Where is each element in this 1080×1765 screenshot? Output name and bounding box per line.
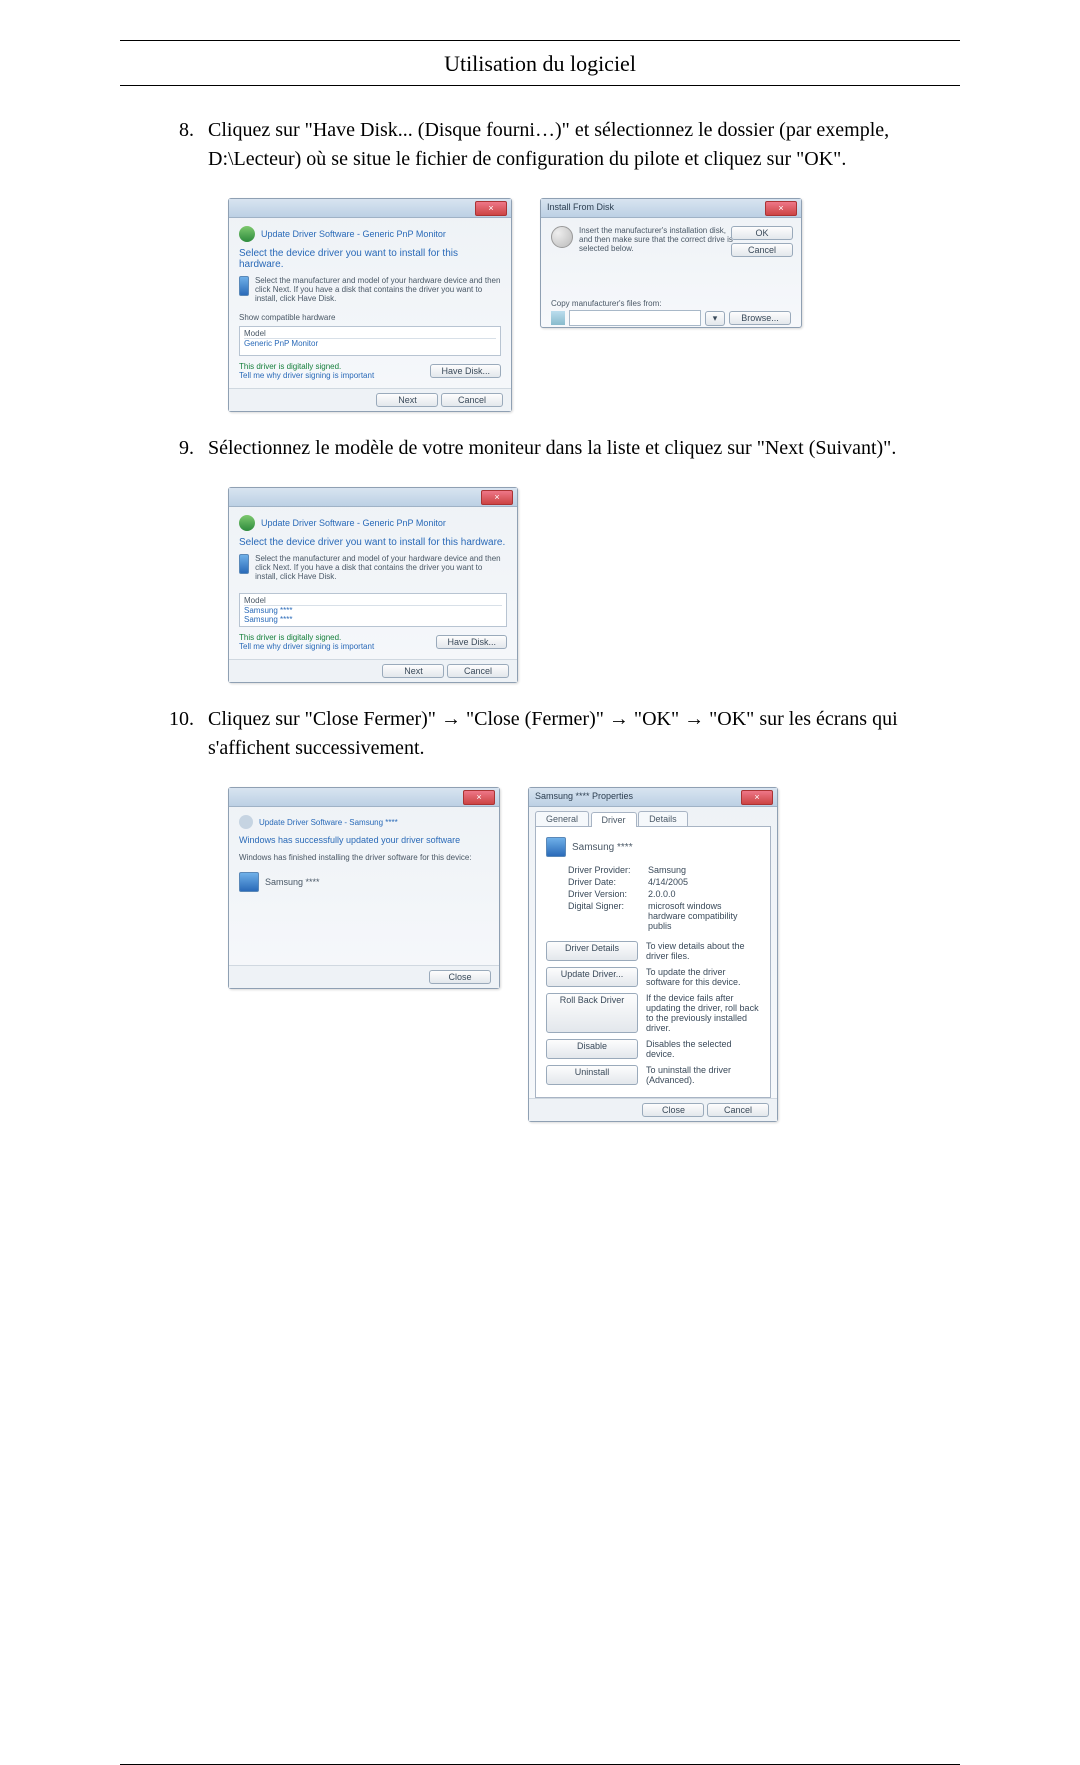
list-header: Model: [244, 329, 496, 339]
driver-details-button[interactable]: Driver Details: [546, 941, 638, 961]
dialog-install-from-disk: Install From Disk × Insert the manufactu…: [540, 198, 802, 328]
titlebar: Samsung **** Properties ×: [529, 788, 777, 807]
close-button[interactable]: Close: [642, 1103, 704, 1117]
tab-details[interactable]: Details: [638, 811, 688, 826]
dialog-title: Update Driver Software - Generic PnP Mon…: [261, 229, 446, 239]
list-item[interactable]: Samsung ****: [244, 615, 502, 624]
monitor-icon: [239, 872, 259, 892]
device-name: Samsung ****: [572, 842, 633, 853]
close-icon[interactable]: ×: [765, 201, 797, 216]
dialog-title: Update Driver Software - Generic PnP Mon…: [261, 518, 446, 528]
step-number: 10.: [148, 705, 208, 763]
driver-details-desc: To view details about the driver files.: [638, 941, 760, 961]
cancel-button[interactable]: Cancel: [707, 1103, 769, 1117]
step-9: 9. Sélectionnez le modèle de votre monit…: [0, 434, 1080, 481]
back-icon[interactable]: [239, 515, 255, 531]
version-label: Driver Version:: [568, 889, 648, 899]
cancel-button[interactable]: Cancel: [447, 664, 509, 678]
list-header: Model: [244, 596, 502, 606]
rollback-button[interactable]: Roll Back Driver: [546, 993, 638, 1033]
page-title: Utilisation du logiciel: [0, 41, 1080, 85]
date-label: Driver Date:: [568, 877, 648, 887]
dialog-heading: Select the device driver you want to ins…: [239, 537, 507, 548]
update-driver-desc: To update the driver software for this d…: [638, 967, 760, 987]
dialog-desc: Select the manufacturer and model of you…: [255, 276, 501, 303]
dialog-heading: Windows has successfully updated your dr…: [239, 835, 489, 845]
step-text: Cliquez sur "Close Fermer)" → "Close (Fe…: [208, 705, 932, 763]
tab-driver[interactable]: Driver: [591, 812, 637, 827]
cancel-button[interactable]: Cancel: [731, 243, 793, 257]
back-icon: [239, 815, 253, 829]
provider-value: Samsung: [648, 865, 760, 875]
dialog-title: Install From Disk: [547, 202, 614, 212]
back-icon[interactable]: [239, 226, 255, 242]
dialog-desc: Windows has finished installing the driv…: [239, 853, 489, 862]
dialog-update-driver-2: × Update Driver Software - Generic PnP M…: [228, 487, 518, 683]
dialog-desc: Select the manufacturer and model of you…: [255, 554, 507, 581]
close-icon[interactable]: ×: [741, 790, 773, 805]
disable-button[interactable]: Disable: [546, 1039, 638, 1059]
dialog-update-driver-1: × Update Driver Software - Generic PnP M…: [228, 198, 512, 412]
model-list[interactable]: Model Samsung **** Samsung ****: [239, 593, 507, 627]
update-driver-button[interactable]: Update Driver...: [546, 967, 638, 987]
step-number: 9.: [148, 434, 208, 463]
monitor-icon: [546, 837, 566, 857]
list-item[interactable]: Generic PnP Monitor: [244, 339, 496, 348]
browse-button[interactable]: Browse...: [729, 311, 791, 325]
cancel-button[interactable]: Cancel: [441, 393, 503, 407]
uninstall-desc: To uninstall the driver (Advanced).: [638, 1065, 760, 1085]
next-button[interactable]: Next: [376, 393, 438, 407]
uninstall-button[interactable]: Uninstall: [546, 1065, 638, 1085]
path-input[interactable]: [569, 310, 701, 326]
signing-link[interactable]: Tell me why driver signing is important: [239, 371, 374, 380]
rollback-desc: If the device fails after updating the d…: [638, 993, 760, 1033]
next-button[interactable]: Next: [382, 664, 444, 678]
compat-checkbox-label[interactable]: Show compatible hardware: [239, 313, 501, 322]
close-icon[interactable]: ×: [481, 490, 513, 505]
titlebar: Install From Disk ×: [541, 199, 801, 218]
dialog-monitor-properties: Samsung **** Properties × General Driver…: [528, 787, 778, 1122]
have-disk-button[interactable]: Have Disk...: [436, 635, 507, 649]
copy-from-label: Copy manufacturer's files from:: [551, 299, 791, 308]
signer-value: microsoft windows hardware compatibility…: [648, 901, 760, 931]
titlebar: ×: [229, 488, 517, 507]
device-name: Samsung ****: [265, 877, 320, 887]
step-text: Cliquez sur "Have Disk... (Disque fourni…: [208, 116, 932, 174]
have-disk-button[interactable]: Have Disk...: [430, 364, 501, 378]
version-value: 2.0.0.0: [648, 889, 760, 899]
monitor-icon: [239, 276, 249, 296]
signed-label: This driver is digitally signed.: [239, 633, 374, 642]
disable-desc: Disables the selected device.: [638, 1039, 760, 1059]
dropdown-icon[interactable]: ▾: [705, 311, 725, 326]
step-10: 10. Cliquez sur "Close Fermer)" → "Close…: [0, 705, 1080, 781]
dialog-heading: Select the device driver you want to ins…: [239, 248, 501, 270]
close-button[interactable]: Close: [429, 970, 491, 984]
drive-icon: [551, 311, 565, 325]
provider-label: Driver Provider:: [568, 865, 648, 875]
signer-label: Digital Signer:: [568, 901, 648, 931]
signed-label: This driver is digitally signed.: [239, 362, 374, 371]
list-item[interactable]: Samsung ****: [244, 606, 502, 615]
titlebar: ×: [229, 199, 511, 218]
step-8: 8. Cliquez sur "Have Disk... (Disque fou…: [0, 116, 1080, 192]
step-number: 8.: [148, 116, 208, 174]
signing-link[interactable]: Tell me why driver signing is important: [239, 642, 374, 651]
step-text: Sélectionnez le modèle de votre moniteur…: [208, 434, 932, 463]
model-list[interactable]: Model Generic PnP Monitor: [239, 326, 501, 356]
monitor-icon: [239, 554, 249, 574]
ok-button[interactable]: OK: [731, 226, 793, 240]
disk-icon: [551, 226, 573, 248]
date-value: 4/14/2005: [648, 877, 760, 887]
tab-general[interactable]: General: [535, 811, 589, 826]
titlebar: ×: [229, 788, 499, 807]
close-icon[interactable]: ×: [463, 790, 495, 805]
dialog-title: Samsung **** Properties: [535, 791, 633, 801]
dialog-title: Update Driver Software - Samsung ****: [259, 818, 398, 827]
close-icon[interactable]: ×: [475, 201, 507, 216]
dialog-update-complete: × Update Driver Software - Samsung **** …: [228, 787, 500, 989]
